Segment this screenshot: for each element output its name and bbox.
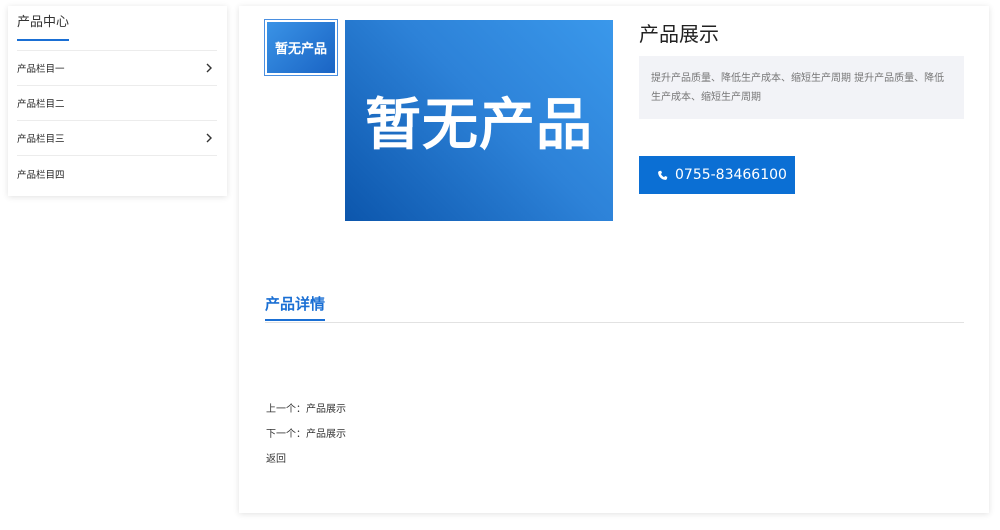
next-item: 下一个：产品展示 — [266, 428, 346, 453]
sidebar-title: 产品中心 — [17, 15, 70, 41]
phone-number: 0755-83466100 — [675, 167, 787, 183]
phone-icon — [658, 170, 668, 180]
prev-prefix: 上一个： — [266, 404, 306, 415]
sidebar-item-label: 产品栏目四 — [17, 169, 65, 181]
sidebar-item-category-1[interactable]: 产品栏目一 — [17, 51, 217, 86]
tab-divider — [265, 322, 964, 323]
back-link[interactable]: 返回 — [266, 454, 286, 465]
tab-product-details[interactable]: 产品详情 — [265, 295, 326, 321]
prev-link[interactable]: 产品展示 — [306, 404, 346, 415]
pager: 上一个：产品展示 下一个：产品展示 返回 — [266, 403, 346, 478]
chevron-right-icon[interactable] — [203, 62, 215, 74]
sidebar-item-label: 产品栏目一 — [17, 64, 65, 75]
product-thumbnail[interactable]: 暂无产品 — [264, 19, 338, 76]
sidebar-item-label: 产品栏目二 — [17, 99, 65, 110]
next-link[interactable]: 产品展示 — [306, 429, 346, 440]
phone-contact-button[interactable]: 0755-83466100 — [639, 156, 795, 194]
product-sidebar: 产品中心 产品栏目一 产品栏目二 产品栏目三 产品栏目四 — [8, 6, 227, 196]
product-title: 产品展示 — [639, 22, 719, 46]
back-item: 返回 — [266, 453, 346, 478]
prev-item: 上一个：产品展示 — [266, 403, 346, 428]
sidebar-item-category-3[interactable]: 产品栏目三 — [17, 121, 217, 156]
next-prefix: 下一个： — [266, 429, 306, 440]
product-description: 提升产品质量、降低生产成本、缩短生产周期 提升产品质量、降低生产成本、缩短生产周… — [639, 56, 964, 119]
chevron-right-icon[interactable] — [203, 132, 215, 144]
sidebar-item-category-2[interactable]: 产品栏目二 — [17, 86, 217, 121]
sidebar-item-category-4[interactable]: 产品栏目四 — [17, 156, 217, 191]
sidebar-menu: 产品栏目一 产品栏目二 产品栏目三 产品栏目四 — [17, 50, 217, 191]
product-main-image: 暂无产品 — [345, 20, 613, 221]
product-detail-panel: 暂无产品 暂无产品 产品展示 提升产品质量、降低生产成本、缩短生产周期 提升产品… — [239, 6, 989, 513]
thumbnail-placeholder-text: 暂无产品 — [267, 22, 335, 73]
sidebar-item-label: 产品栏目三 — [17, 134, 65, 145]
